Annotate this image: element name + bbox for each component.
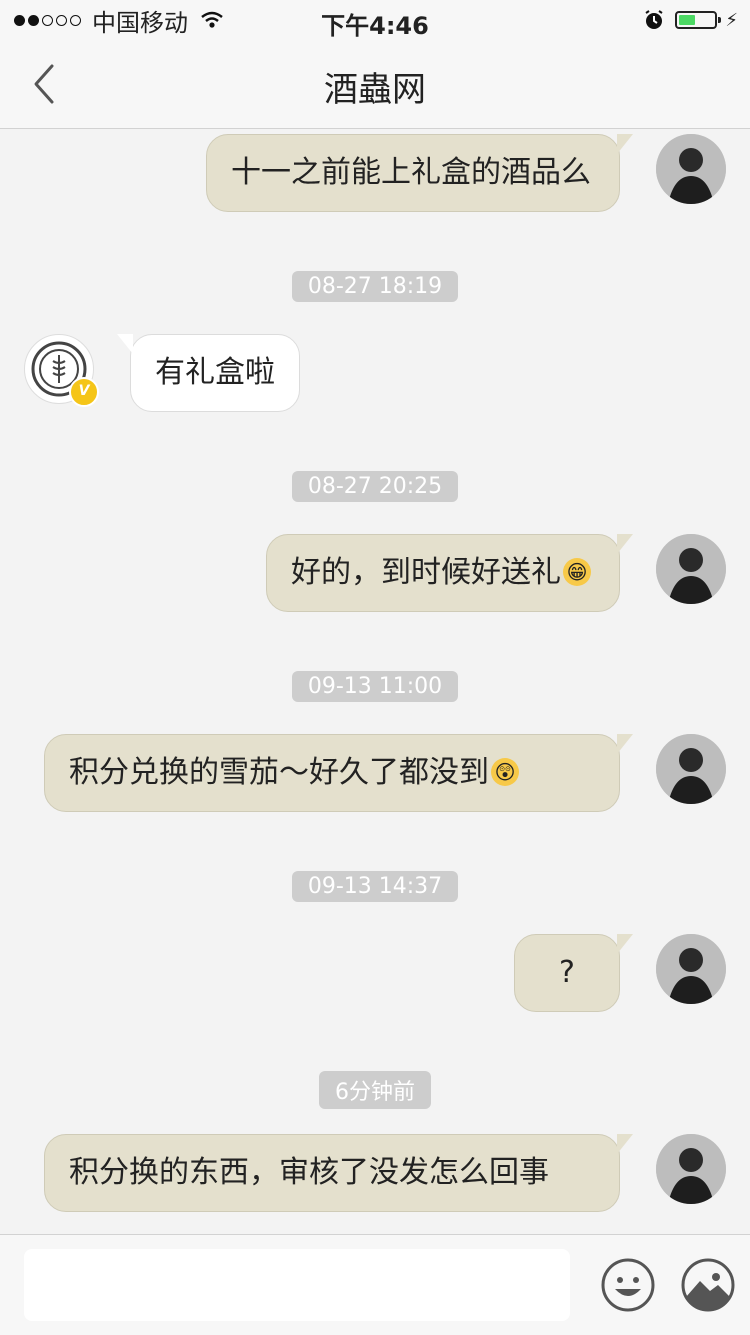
timestamp: 08-27 18:19 [0,271,750,302]
charging-icon: ⚡ [725,9,738,31]
alarm-icon [645,10,663,29]
timestamp: 09-13 14:37 [0,871,750,902]
my-message-bubble[interactable]: 积分换的东西，审核了没发怎么回事 [44,1134,633,1212]
shop-avatar[interactable]: V [24,334,99,407]
my-message-bubble[interactable]: ? [514,934,633,1012]
my-message-bubble[interactable]: 积分兑换的雪茄～好久了都没到 😲 [44,734,633,812]
message-text: 有礼盒啦 [155,355,275,390]
input-bar [0,1234,750,1335]
timestamp: 08-27 20:25 [0,471,750,502]
my-message-bubble[interactable]: 十一之前能上礼盒的酒品么 [206,134,633,212]
image-icon[interactable] [680,1257,736,1313]
surprised-emoji-icon: 😲 [491,757,519,786]
timestamp: 09-13 11:00 [0,671,750,702]
my-message-bubble[interactable]: 好的，到时候好送礼 😁 [266,534,633,612]
battery-icon [675,11,722,29]
user-avatar[interactable] [656,734,726,804]
page-title: 酒蟲网 [324,70,426,110]
timestamp: 6分钟前 [0,1071,750,1109]
user-avatar[interactable] [656,134,726,204]
message-text: 积分兑换的雪茄～好久了都没到 [69,755,489,790]
message-text: 十一之前能上礼盒的酒品么 [231,155,591,190]
their-message-bubble[interactable]: 有礼盒啦 [117,334,300,412]
message-text: 积分换的东西，审核了没发怎么回事 [69,1155,549,1190]
status-bar: 中国移动 下午4:46 ⚡ [0,0,750,40]
smiley-icon[interactable] [600,1257,656,1313]
status-time: 下午4:46 [321,12,429,40]
grin-emoji-icon: 😁 [563,557,591,586]
user-avatar[interactable] [656,934,726,1004]
message-text: ? [559,955,575,990]
navigation-bar: 酒蟲网 [0,40,750,129]
message-input[interactable] [24,1249,570,1321]
user-avatar[interactable] [656,1134,726,1204]
user-avatar[interactable] [656,534,726,604]
verified-badge-icon: V [69,377,99,407]
message-text: 好的，到时候好送礼 [291,555,561,590]
status-right: ⚡ [643,8,738,32]
